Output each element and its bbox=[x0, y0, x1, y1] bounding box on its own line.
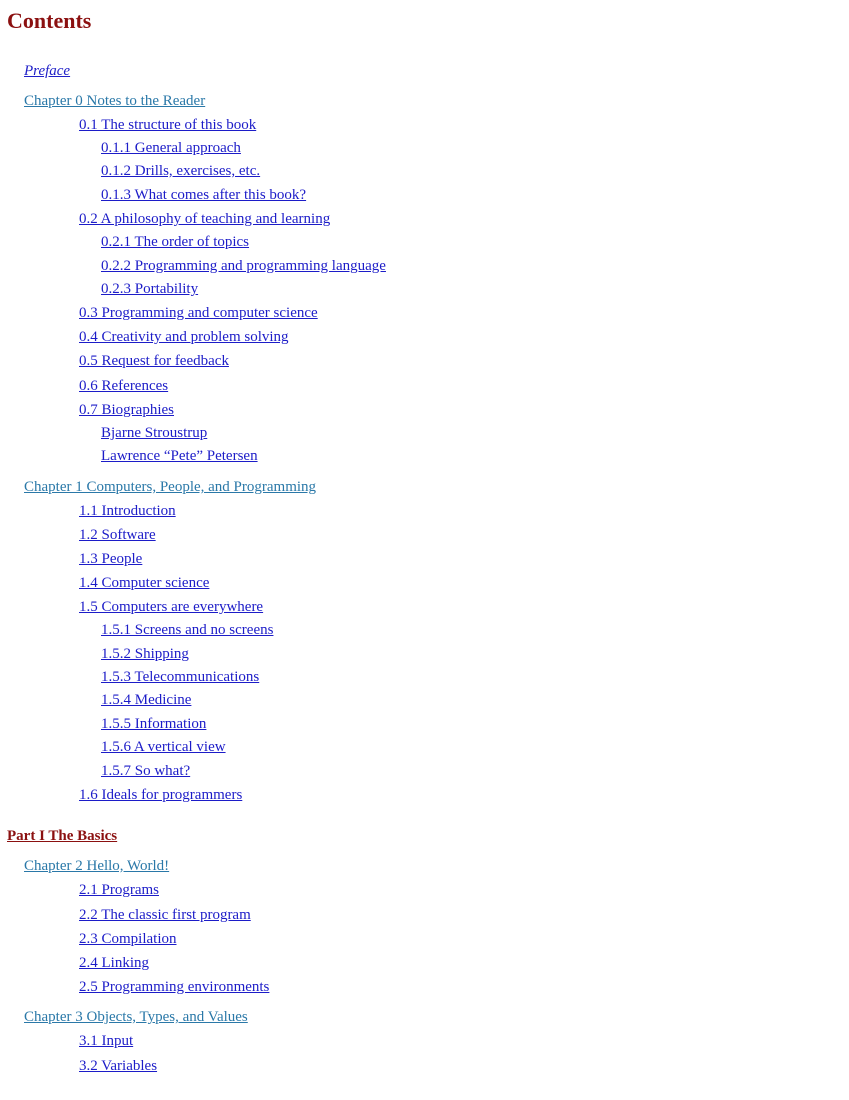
toc-link[interactable]: 3.2 Variables bbox=[79, 1058, 157, 1074]
toc-entry-subsec: 0.2.1 The order of topics bbox=[101, 233, 249, 251]
toc-link[interactable]: 0.2.2 Programming and programming langua… bbox=[101, 258, 386, 274]
toc-link[interactable]: 0.1 The structure of this book bbox=[79, 117, 256, 133]
toc-link[interactable]: 0.2 A philosophy of teaching and learnin… bbox=[79, 211, 330, 227]
toc-link[interactable]: 1.2 Software bbox=[79, 527, 156, 543]
toc-link[interactable]: 0.2.3 Portability bbox=[101, 281, 198, 297]
page-title: Contents bbox=[7, 8, 92, 33]
toc-link[interactable]: Bjarne Stroustrup bbox=[101, 425, 207, 441]
toc-link[interactable]: Chapter 0 Notes to the Reader bbox=[24, 93, 205, 109]
toc-entry-sec: 0.3 Programming and computer science bbox=[79, 304, 318, 322]
toc-link[interactable]: 2.3 Compilation bbox=[79, 931, 177, 947]
toc-entry-sec: 0.7 Biographies bbox=[79, 401, 174, 419]
toc-entry-chapter: Chapter 3 Objects, Types, and Values bbox=[24, 1008, 248, 1026]
toc-entry-sec: 2.5 Programming environments bbox=[79, 978, 269, 996]
toc-link[interactable]: 0.2.1 The order of topics bbox=[101, 234, 249, 250]
toc-entry-subsec: 1.5.3 Telecommunications bbox=[101, 668, 259, 686]
toc-entry-subsec: 1.5.1 Screens and no screens bbox=[101, 621, 273, 639]
toc-link[interactable]: 1.6 Ideals for programmers bbox=[79, 787, 242, 803]
toc-entry-subsec: Bjarne Stroustrup bbox=[101, 424, 207, 442]
toc-entry-part: Part I The Basics bbox=[7, 827, 117, 845]
toc-entry-subsec: 0.1.1 General approach bbox=[101, 139, 241, 157]
toc-link[interactable]: Chapter 1 Computers, People, and Program… bbox=[24, 479, 316, 495]
toc-link[interactable]: 0.6 References bbox=[79, 378, 168, 394]
toc-entry-sec: 0.5 Request for feedback bbox=[79, 352, 229, 370]
toc-entry-chapter: Chapter 0 Notes to the Reader bbox=[24, 92, 205, 110]
toc-link[interactable]: Lawrence “Pete” Petersen bbox=[101, 448, 258, 464]
toc-link[interactable]: Chapter 2 Hello, World! bbox=[24, 858, 169, 874]
toc-entry-chapter: Chapter 2 Hello, World! bbox=[24, 857, 169, 875]
toc-entry-subsec: Lawrence “Pete” Petersen bbox=[101, 447, 258, 465]
toc-entry-sec: 1.3 People bbox=[79, 550, 142, 568]
toc-link[interactable]: Chapter 3 Objects, Types, and Values bbox=[24, 1009, 248, 1025]
toc-entry-sec: 2.1 Programs bbox=[79, 881, 159, 899]
toc-link[interactable]: 1.5.6 A vertical view bbox=[101, 739, 226, 755]
toc-entry-sec: 1.5 Computers are everywhere bbox=[79, 598, 263, 616]
toc-entry-preface: Preface bbox=[24, 62, 70, 80]
toc-link[interactable]: 3.1 Input bbox=[79, 1033, 133, 1049]
toc-link[interactable]: 2.5 Programming environments bbox=[79, 979, 269, 995]
toc-entry-sec: 0.1 The structure of this book bbox=[79, 116, 256, 134]
toc-link[interactable]: 0.7 Biographies bbox=[79, 402, 174, 418]
toc-entry-subsec: 1.5.2 Shipping bbox=[101, 645, 189, 663]
toc-entry-sec: 2.3 Compilation bbox=[79, 930, 177, 948]
toc-entry-sec: 0.6 References bbox=[79, 377, 168, 395]
toc-entry-sec: 3.2 Variables bbox=[79, 1057, 157, 1075]
toc-link[interactable]: 1.3 People bbox=[79, 551, 142, 567]
toc-link[interactable]: 1.1 Introduction bbox=[79, 503, 176, 519]
toc-link[interactable]: 2.4 Linking bbox=[79, 955, 149, 971]
toc-link[interactable]: 1.5.4 Medicine bbox=[101, 692, 191, 708]
toc-entry-chapter: Chapter 1 Computers, People, and Program… bbox=[24, 478, 316, 496]
toc-link[interactable]: 0.1.1 General approach bbox=[101, 140, 241, 156]
toc-link[interactable]: 1.5.7 So what? bbox=[101, 763, 190, 779]
toc-entry-subsec: 1.5.7 So what? bbox=[101, 762, 190, 780]
toc-entry-sec: 0.4 Creativity and problem solving bbox=[79, 328, 289, 346]
toc-link[interactable]: 1.5.2 Shipping bbox=[101, 646, 189, 662]
toc-entry-sec: 0.2 A philosophy of teaching and learnin… bbox=[79, 210, 330, 228]
toc-link[interactable]: Part I The Basics bbox=[7, 828, 117, 844]
toc-entry-subsec: 0.2.3 Portability bbox=[101, 280, 198, 298]
toc-entry-subsec: 1.5.4 Medicine bbox=[101, 691, 191, 709]
toc-link[interactable]: 0.1.3 What comes after this book? bbox=[101, 187, 306, 203]
toc-link[interactable]: 1.5.3 Telecommunications bbox=[101, 669, 259, 685]
toc-entry-subsec: 1.5.5 Information bbox=[101, 715, 206, 733]
toc-entry-sec: 2.4 Linking bbox=[79, 954, 149, 972]
toc-link[interactable]: Preface bbox=[24, 63, 70, 79]
toc-link[interactable]: 0.5 Request for feedback bbox=[79, 353, 229, 369]
toc-entry-sec: 3.1 Input bbox=[79, 1032, 133, 1050]
toc-entry-sec: 1.4 Computer science bbox=[79, 574, 209, 592]
toc-link[interactable]: 2.1 Programs bbox=[79, 882, 159, 898]
toc-link[interactable]: 0.4 Creativity and problem solving bbox=[79, 329, 289, 345]
toc-link[interactable]: 1.5.1 Screens and no screens bbox=[101, 622, 273, 638]
toc-entry-sec: 1.2 Software bbox=[79, 526, 156, 544]
toc-link[interactable]: 2.2 The classic first program bbox=[79, 907, 251, 923]
toc-link[interactable]: 0.3 Programming and computer science bbox=[79, 305, 318, 321]
toc-entry-sec: 2.2 The classic first program bbox=[79, 906, 251, 924]
toc-entry-subsec: 0.2.2 Programming and programming langua… bbox=[101, 257, 386, 275]
toc-entry-subsec: 0.1.2 Drills, exercises, etc. bbox=[101, 162, 260, 180]
toc-entry-sec: 1.1 Introduction bbox=[79, 502, 176, 520]
toc-entry-subsec: 0.1.3 What comes after this book? bbox=[101, 186, 306, 204]
toc-link[interactable]: 1.4 Computer science bbox=[79, 575, 209, 591]
toc-link[interactable]: 0.1.2 Drills, exercises, etc. bbox=[101, 163, 260, 179]
toc-link[interactable]: 1.5 Computers are everywhere bbox=[79, 599, 263, 615]
toc-entry-subsec: 1.5.6 A vertical view bbox=[101, 738, 226, 756]
toc-entry-sec: 1.6 Ideals for programmers bbox=[79, 786, 242, 804]
toc-link[interactable]: 1.5.5 Information bbox=[101, 716, 206, 732]
